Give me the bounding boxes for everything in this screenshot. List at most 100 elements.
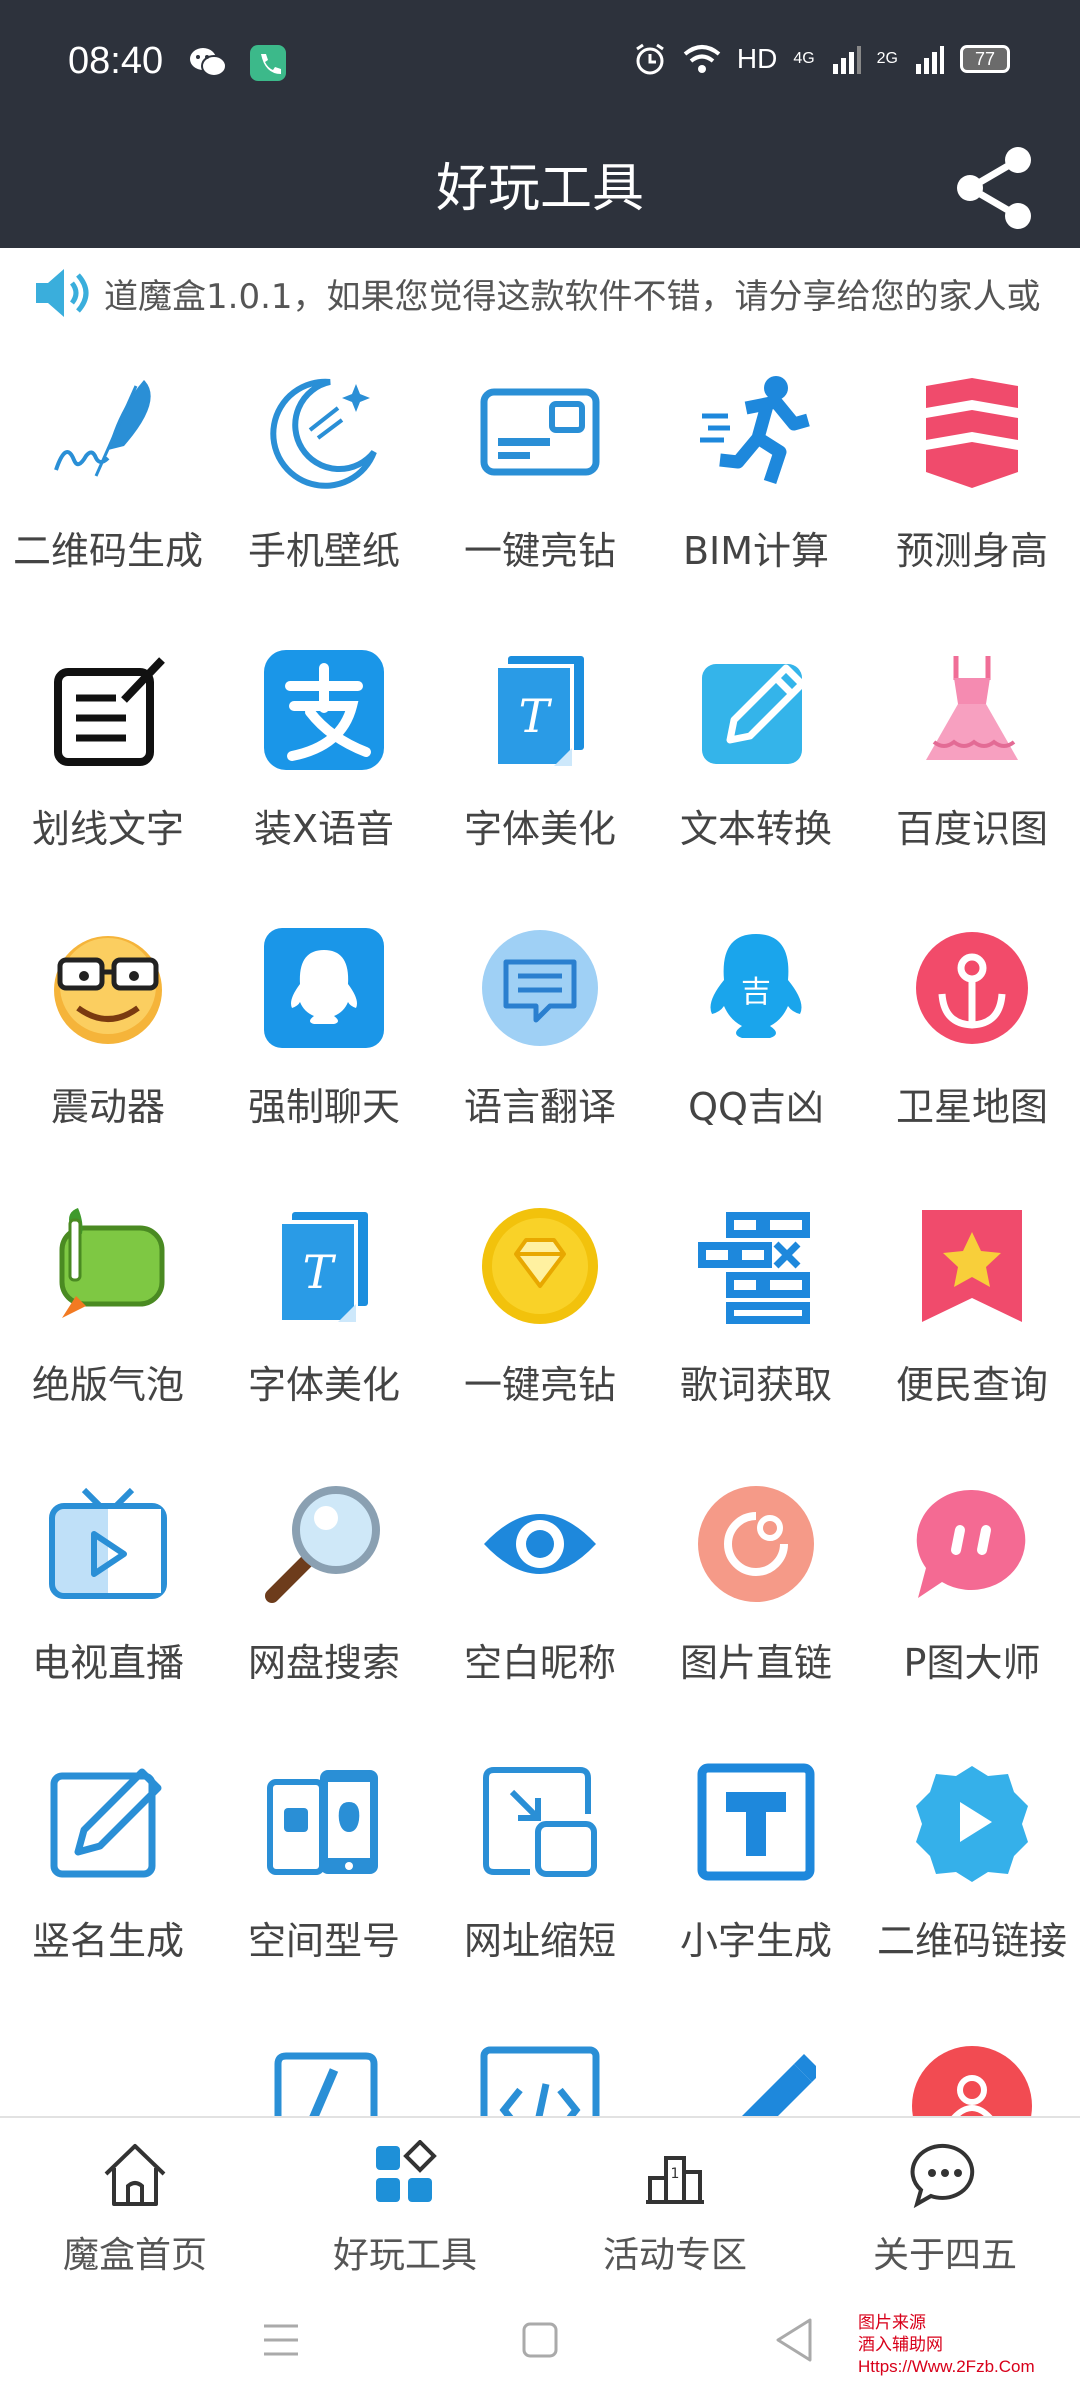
tool-item[interactable]: 竖名生成	[0, 1738, 216, 2016]
anchor-icon	[916, 932, 1028, 1044]
nav-tools[interactable]: 好玩工具	[270, 2134, 540, 2284]
tool-item[interactable]: 卫星地图	[864, 904, 1080, 1182]
status-right: HD 4G 2G 77	[633, 42, 1010, 76]
tool-item[interactable]: 吉 QQ吉凶	[648, 904, 864, 1182]
circle-link-icon	[698, 1486, 814, 1602]
pencil-square-icon	[50, 1768, 162, 1878]
tool-item[interactable]: 预测身高	[864, 348, 1080, 626]
tool-item[interactable]: 二维码链接	[864, 1738, 1080, 2016]
tool-item[interactable]: 一键亮钻	[432, 348, 648, 626]
tool-label: 网址缩短	[463, 1919, 616, 1963]
tool-label: 文本转换	[679, 807, 832, 851]
notice-text: 道魔盒1.0.1，如果您觉得这款软件不错，请分享给您的家人或	[104, 276, 1041, 317]
chat-bubble-icon	[482, 930, 598, 1046]
tool-item[interactable]: 歌词获取	[648, 1182, 864, 1460]
tool-item[interactable]: 手机壁纸	[216, 348, 432, 626]
moon-icon	[270, 378, 377, 489]
code-icon	[480, 2046, 600, 2116]
veggie-bubble-icon	[59, 1208, 165, 1318]
bottom-nav: 魔盒首页 好玩工具 1 活动专区 关于四五	[0, 2116, 1080, 2288]
tool-item[interactable]: 二维码生成	[0, 348, 216, 626]
tool-label: 网盘搜索	[247, 1641, 400, 1685]
tool-label: BIM计算	[682, 529, 830, 573]
speaker-icon	[36, 269, 89, 317]
tool-item[interactable]: 空间型号	[216, 1738, 432, 2016]
svg-text:吉: 吉	[741, 975, 771, 1010]
network-label: HD	[736, 43, 778, 74]
tool-item[interactable]: 绝版气泡	[0, 1182, 216, 1460]
nav-home-label: 魔盒首页	[62, 2235, 207, 2276]
phones-icon	[267, 1770, 378, 1875]
shrink-icon	[483, 1767, 597, 1877]
tool-item[interactable]: T 字体美化	[216, 1182, 432, 1460]
tool-label: 卫星地图	[895, 1085, 1048, 1129]
tool-item[interactable]: 文本转换	[648, 626, 864, 904]
tool-item[interactable]: 空白昵称	[432, 1460, 648, 1738]
notification-icons	[188, 45, 286, 81]
nav-activity[interactable]: 1 活动专区	[540, 2134, 810, 2284]
tool-label: 划线文字	[31, 807, 184, 851]
signal-4g-label: 4G	[793, 50, 815, 67]
tool-item[interactable]: 小字生成	[648, 1738, 864, 2016]
tool-label: 一键亮钻	[463, 529, 616, 573]
watermark: 图片来源 酒入辅助网 Https://Www.2Fzb.Com	[858, 2312, 1035, 2378]
tool-label: 震动器	[50, 1085, 165, 1129]
home-icon	[104, 2144, 166, 2206]
phone-app-icon	[250, 45, 286, 81]
tool-label: 图片直链	[679, 1641, 832, 1685]
tool-item[interactable]: 网址缩短	[432, 1738, 648, 2016]
home-button-icon[interactable]	[522, 2322, 558, 2358]
back-icon[interactable]	[776, 2318, 814, 2362]
magnifier-icon	[265, 1486, 380, 1603]
eye-icon	[484, 1514, 596, 1574]
alarm-icon	[636, 43, 664, 75]
status-time: 08:40	[68, 40, 164, 82]
tool-item[interactable]: 装X语音	[216, 626, 432, 904]
tool-item[interactable]: 便民查询	[864, 1182, 1080, 1460]
letter-t-icon	[697, 1763, 815, 1881]
tool-label: 一键亮钻	[463, 1363, 616, 1407]
watermark-line2: 酒入辅助网	[858, 2335, 943, 2354]
edit-square-icon	[702, 664, 806, 764]
menu-icon[interactable]	[262, 2322, 300, 2358]
tool-item[interactable]: T 字体美化	[432, 626, 648, 904]
tool-item[interactable]: P图大师	[864, 1460, 1080, 1738]
tool-item[interactable]: 图片直链	[648, 1460, 864, 1738]
tool-item[interactable]: 震动器	[0, 904, 216, 1182]
apps-icon	[376, 2140, 437, 2202]
tool-label: 竖名生成	[31, 1919, 184, 1963]
tool-item[interactable]: 一键亮钻	[432, 1182, 648, 1460]
edit-note-icon	[54, 657, 165, 766]
signal-2g-label: 2G	[876, 50, 898, 67]
face-glasses-icon	[54, 936, 162, 1044]
tools-grid: 二维码生成 手机壁纸 一键亮钻 BIM计算 预测身高 划线文字 装X语音 T 字体美化 文本转换百…	[0, 348, 1080, 2116]
red-circle-icon	[912, 2046, 1032, 2116]
nav-activity-label: 活动专区	[602, 2235, 747, 2276]
diamond-coin-icon	[482, 1208, 598, 1324]
runner-icon	[700, 376, 810, 485]
svg-text:T: T	[303, 1245, 337, 1299]
tool-item[interactable]: 语言翻译	[432, 904, 648, 1182]
nav-home[interactable]: 魔盒首页	[0, 2134, 270, 2284]
tool-label: 手机壁纸	[247, 529, 400, 573]
nav-about[interactable]: 关于四五	[810, 2134, 1080, 2284]
share-icon[interactable]	[948, 142, 1040, 234]
svg-text:1: 1	[671, 2166, 680, 2182]
battery-level: 77	[974, 48, 996, 69]
watermark-line3: Https://Www.2Fzb.Com	[858, 2357, 1035, 2376]
tv-icon	[49, 1487, 167, 1599]
blue-pencil-icon	[742, 2054, 816, 2116]
tool-item[interactable]: 强制聊天	[216, 904, 432, 1182]
tool-item[interactable]: 电视直播	[0, 1460, 216, 1738]
tool-item[interactable]: 划线文字	[0, 626, 216, 904]
podium-icon: 1	[646, 2156, 704, 2204]
bricks-icon	[698, 1212, 810, 1324]
star-bookmark-icon	[922, 1210, 1022, 1322]
pen-frame-icon	[274, 2052, 378, 2116]
tool-item[interactable]: BIM计算	[648, 348, 864, 626]
tool-item	[0, 2016, 216, 2116]
tool-label: 百度识图	[895, 807, 1048, 851]
tool-item[interactable]: 网盘搜索	[216, 1460, 432, 1738]
pink-chat-icon	[916, 1489, 1026, 1598]
tool-item[interactable]: 百度识图	[864, 626, 1080, 904]
